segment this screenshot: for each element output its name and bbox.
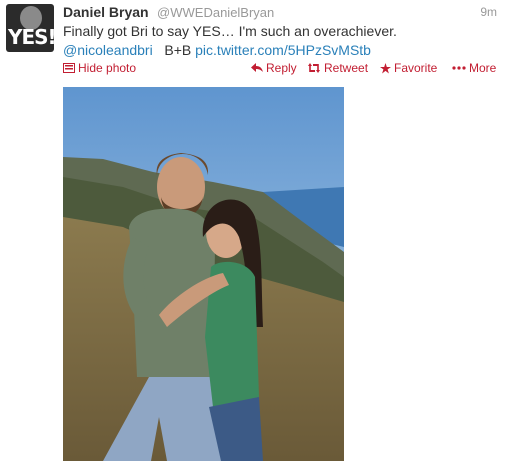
hide-photo-button[interactable]: Hide photo <box>63 61 136 75</box>
reply-icon <box>251 63 263 72</box>
tweet-actions: Hide photo Reply Retweet Favorite More <box>63 61 497 77</box>
timestamp[interactable]: 9m <box>480 5 497 19</box>
avatar[interactable]: YES! <box>6 4 54 52</box>
user-handle[interactable]: @WWEDanielBryan <box>157 5 274 20</box>
tweet-header: Daniel Bryan @WWEDanielBryan 9m <box>63 4 497 22</box>
tweet-text: Finally got Bri to say YES… I'm such an … <box>63 22 493 60</box>
display-name[interactable]: Daniel Bryan <box>63 4 149 20</box>
favorite-icon <box>380 62 391 73</box>
photo-image <box>63 87 344 461</box>
more-icon <box>452 66 466 70</box>
reply-button[interactable]: Reply <box>251 61 297 75</box>
tweet-text-line: Finally got Bri to say YES… I'm such an … <box>63 23 397 39</box>
hide-photo-label: Hide photo <box>78 61 137 75</box>
pic-link[interactable]: pic.twitter.com/5HPzSvMStb <box>195 42 371 58</box>
photo-icon <box>63 63 75 73</box>
tweet-mid-text: B+B <box>164 42 192 58</box>
retweet-button[interactable]: Retweet <box>307 61 368 75</box>
favorite-label: Favorite <box>394 61 438 75</box>
tweet-text-line-2: @nicoleandbri B+B pic.twitter.com/5HPzSv… <box>63 41 493 60</box>
mention-link[interactable]: @nicoleandbri <box>63 42 153 58</box>
retweet-icon <box>308 63 320 73</box>
avatar-label: YES! <box>8 25 54 49</box>
more-button[interactable]: More <box>452 61 496 75</box>
reply-label: Reply <box>266 61 297 75</box>
tweet-photo[interactable] <box>63 87 344 461</box>
favorite-button[interactable]: Favorite <box>380 61 437 75</box>
retweet-label: Retweet <box>324 61 369 75</box>
more-label: More <box>469 61 497 75</box>
